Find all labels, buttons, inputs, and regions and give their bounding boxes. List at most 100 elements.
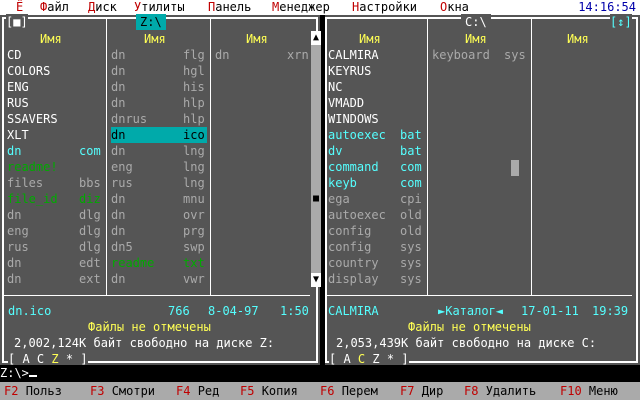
file-entry[interactable]: rus dlg — [7, 239, 103, 255]
file-entry[interactable]: config sys — [328, 239, 424, 255]
file-extension: flg — [183, 48, 205, 62]
file-name: WINDOWS — [328, 112, 379, 126]
file-entry[interactable]: dn ovr — [111, 207, 207, 223]
file-entry[interactable]: dn5 swp — [111, 239, 207, 255]
menu-item-system[interactable]: Ё — [16, 0, 23, 15]
function-key-bar: F2 Польз F3 Смотри F4 Ред F5 Копия F6 Пе… — [0, 382, 640, 400]
zoom-icon[interactable]: [↕] — [610, 14, 632, 30]
file-extension: old — [400, 208, 422, 222]
menu-item-windows[interactable]: Окна — [440, 0, 469, 15]
close-icon[interactable]: [■] — [6, 14, 28, 30]
fkey-f6-move[interactable]: F6 Перем — [320, 382, 378, 400]
file-name: ENG — [7, 80, 29, 94]
file-entry[interactable]: dn prg — [111, 223, 207, 239]
file-entry[interactable]: XLT — [7, 127, 103, 143]
file-entry[interactable]: display sys — [328, 271, 424, 287]
scroll-down-arrow-icon[interactable]: ▼ — [311, 273, 321, 287]
file-entry[interactable]: KEYRUS — [328, 63, 424, 79]
file-entry[interactable]: RUS — [7, 95, 103, 111]
file-name: RUS — [7, 96, 29, 110]
right-panel-path: C:\ — [461, 14, 491, 30]
drive-all[interactable]: * — [66, 352, 73, 366]
drive-all[interactable]: * — [387, 352, 394, 366]
file-name: country — [328, 256, 379, 270]
file-name: XLT — [7, 128, 29, 142]
file-entry[interactable]: eng dlg — [7, 223, 103, 239]
scroll-up-arrow-icon[interactable]: ▲ — [311, 31, 321, 45]
file-entry[interactable]: files bbs — [7, 175, 103, 191]
file-entry[interactable]: SSAVERS — [7, 111, 103, 127]
file-entry[interactable]: keyboard sys — [432, 47, 528, 63]
file-entry[interactable]: VMADD — [328, 95, 424, 111]
right-file-panel[interactable]: C:\ [↕] Имя Имя Имя CALMIRA KEYRUS NC VMADD… — [325, 14, 640, 367]
file-name: dn — [111, 224, 126, 238]
scroll-thumb[interactable]: ■ — [311, 193, 321, 205]
menu-item-manager[interactable]: Менеджер — [272, 0, 330, 15]
file-entry[interactable]: dnrus hlp — [111, 111, 207, 127]
file-entry[interactable]: dv bat — [328, 143, 424, 159]
file-entry[interactable]: dn ico — [111, 127, 207, 143]
file-entry[interactable]: dn hgl — [111, 63, 207, 79]
fkey-f5-copy[interactable]: F5 Копия — [240, 382, 298, 400]
fkey-f3-view[interactable]: F3 Смотри — [90, 382, 155, 400]
file-entry[interactable]: country sys — [328, 255, 424, 271]
drive-a[interactable]: A — [22, 352, 29, 366]
menu-item-file[interactable]: Файл — [40, 0, 69, 15]
file-entry[interactable]: CD — [7, 47, 103, 63]
drive-z[interactable]: Z — [372, 352, 379, 366]
file-entry[interactable]: CALMIRA — [328, 47, 424, 63]
file-entry[interactable]: dn lng — [111, 143, 207, 159]
file-entry[interactable]: dn mnu — [111, 191, 207, 207]
file-entry[interactable]: dn vwr — [111, 271, 207, 287]
left-col2-header: Имя — [144, 32, 166, 46]
file-entry[interactable]: dn edt — [7, 255, 103, 271]
menu-item-disk[interactable]: Диск — [88, 0, 117, 15]
command-prompt: Z:\> — [0, 366, 29, 380]
fkey-f8-delete[interactable]: F8 Удалить — [464, 382, 536, 400]
file-entry[interactable]: COLORS — [7, 63, 103, 79]
fkey-f10-menu[interactable]: F10 Меню — [560, 382, 618, 400]
file-entry[interactable]: rus lng — [111, 175, 207, 191]
drive-c[interactable]: C — [358, 352, 365, 366]
file-name: keyboard — [432, 48, 490, 62]
file-name: dn — [7, 256, 22, 270]
file-name: readme! — [7, 160, 58, 174]
file-name: dn — [111, 208, 126, 222]
file-entry[interactable]: autoexec old — [328, 207, 424, 223]
command-line[interactable]: Z:\> — [0, 365, 640, 382]
file-entry[interactable]: readme txt — [111, 255, 207, 271]
file-name: dn5 — [111, 240, 133, 254]
file-name: config — [328, 240, 372, 254]
file-entry[interactable]: WINDOWS — [328, 111, 424, 127]
file-entry[interactable]: dn his — [111, 79, 207, 95]
file-entry[interactable]: autoexec bat — [328, 127, 424, 143]
file-entry[interactable]: file_id diz — [7, 191, 103, 207]
drive-a[interactable]: A — [343, 352, 350, 366]
file-entry[interactable]: readme! — [7, 159, 103, 175]
file-entry[interactable]: NC — [328, 79, 424, 95]
menu-item-settings[interactable]: Настройки — [352, 0, 417, 15]
file-entry[interactable]: command com — [328, 159, 424, 175]
menu-item-utilities[interactable]: Утилиты — [134, 0, 185, 15]
file-extension: diz — [79, 192, 101, 206]
file-entry[interactable]: dn hlp — [111, 95, 207, 111]
drive-c[interactable]: C — [37, 352, 44, 366]
file-entry[interactable]: eng lng — [111, 159, 207, 175]
file-name: autoexec — [328, 208, 386, 222]
fkey-f2-user-menu[interactable]: F2 Польз — [4, 382, 62, 400]
fkey-f4-edit[interactable]: F4 Ред — [176, 382, 219, 400]
file-entry[interactable]: dn com — [7, 143, 103, 159]
file-entry[interactable]: dn dlg — [7, 207, 103, 223]
menu-item-panel[interactable]: Панель — [208, 0, 251, 15]
file-entry[interactable]: config old — [328, 223, 424, 239]
left-file-panel[interactable]: [■] Z:\ Имя Имя Имя CD COLORS ENG RUS SSAVER… — [0, 14, 321, 367]
file-entry[interactable]: ENG — [7, 79, 103, 95]
file-entry[interactable]: dn xrn — [215, 47, 311, 63]
drive-z[interactable]: Z — [51, 352, 58, 366]
file-entry[interactable]: dn ext — [7, 271, 103, 287]
fkey-f7-mkdir[interactable]: F7 Дир — [400, 382, 443, 400]
file-entry[interactable]: dn flg — [111, 47, 207, 63]
file-entry[interactable]: ega cpi — [328, 191, 424, 207]
file-entry[interactable]: keyb com — [328, 175, 424, 191]
left-scrollbar[interactable] — [311, 43, 321, 287]
